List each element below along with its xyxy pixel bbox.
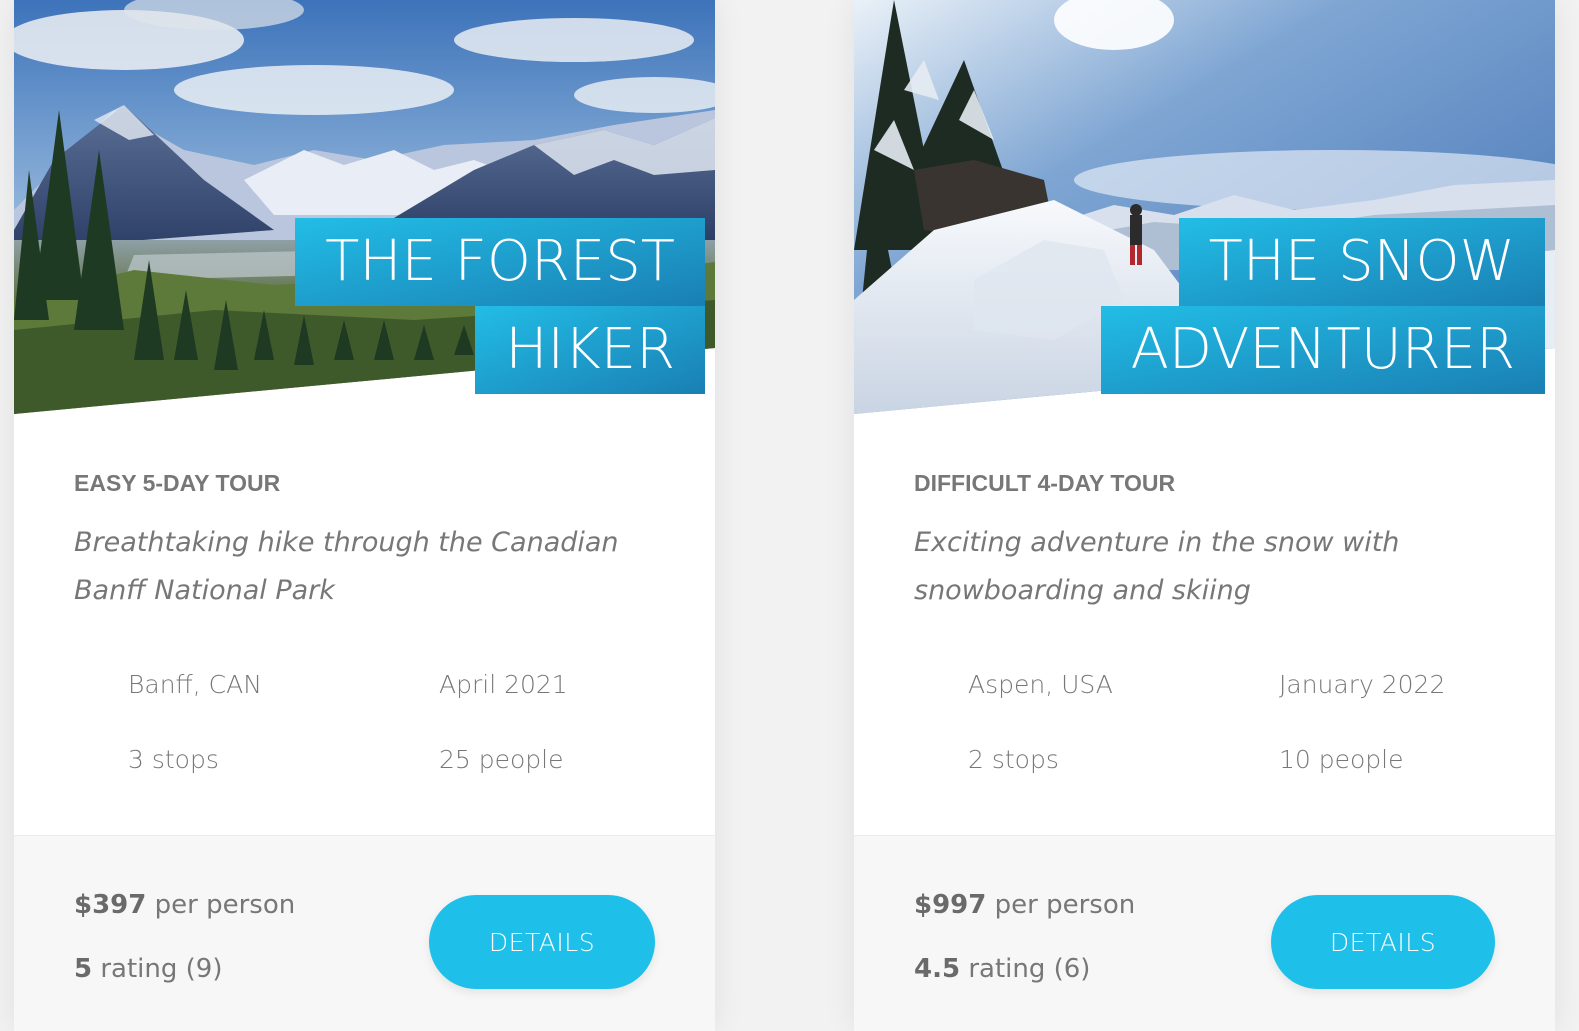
tour-stops: 3 stops	[128, 745, 219, 774]
rating-suffix: rating (9)	[92, 954, 223, 984]
tour-details: Aspen, USA January 2022 2 stops 10 peopl…	[968, 670, 1488, 774]
price-value: $397	[74, 890, 147, 920]
card-footer: $997 per person 4.5 rating (6) DETAILS	[854, 835, 1555, 1031]
tour-title-line-1: THE FOREST	[295, 218, 705, 306]
tour-title-line-1: THE SNOW	[1178, 218, 1545, 306]
tour-location: Banff, CAN	[128, 670, 262, 699]
tour-title-line-2: HIKER	[475, 306, 705, 394]
tour-title-line-2: ADVENTURER	[1100, 306, 1545, 394]
tour-card-forest-hiker: THE FOREST HIKER EASY 5-DAY TOUR Breatht…	[14, 0, 715, 1031]
tour-description: Exciting adventure in the snow with snow…	[914, 527, 1400, 606]
price-suffix: per person	[986, 890, 1136, 920]
tour-group-size: 25 people	[439, 745, 564, 774]
tour-type: DIFFICULT 4-DAY TOUR	[914, 470, 1176, 496]
tour-price: $997 per person	[914, 890, 1135, 920]
details-button[interactable]: DETAILS	[1271, 895, 1495, 989]
tour-title: THE FOREST HIKER	[295, 218, 705, 394]
tour-type: EASY 5-DAY TOUR	[74, 470, 281, 496]
rating-suffix: rating (6)	[960, 954, 1091, 984]
tour-stops: 2 stops	[968, 745, 1059, 774]
tour-card-snow-adventurer: THE SNOW ADVENTURER DIFFICULT 4-DAY TOUR…	[854, 0, 1555, 1031]
tour-rating: 4.5 rating (6)	[914, 954, 1090, 984]
tour-date: April 2021	[439, 670, 568, 699]
tour-price: $397 per person	[74, 890, 295, 920]
tour-title: THE SNOW ADVENTURER	[1100, 218, 1545, 394]
tour-description: Breathtaking hike through the Canadian B…	[74, 527, 619, 606]
rating-value: 4.5	[914, 954, 961, 984]
details-button[interactable]: DETAILS	[429, 895, 655, 989]
price-value: $997	[914, 890, 987, 920]
price-suffix: per person	[146, 890, 296, 920]
tour-group-size: 10 people	[1279, 745, 1404, 774]
tour-details: Banff, CAN April 2021 3 stops 25 people	[128, 670, 648, 774]
card-footer: $397 per person 5 rating (9) DETAILS	[14, 835, 715, 1031]
tour-location: Aspen, USA	[968, 670, 1113, 699]
tour-rating: 5 rating (9)	[74, 954, 222, 984]
tour-date: January 2022	[1279, 670, 1446, 699]
rating-value: 5	[74, 954, 93, 984]
